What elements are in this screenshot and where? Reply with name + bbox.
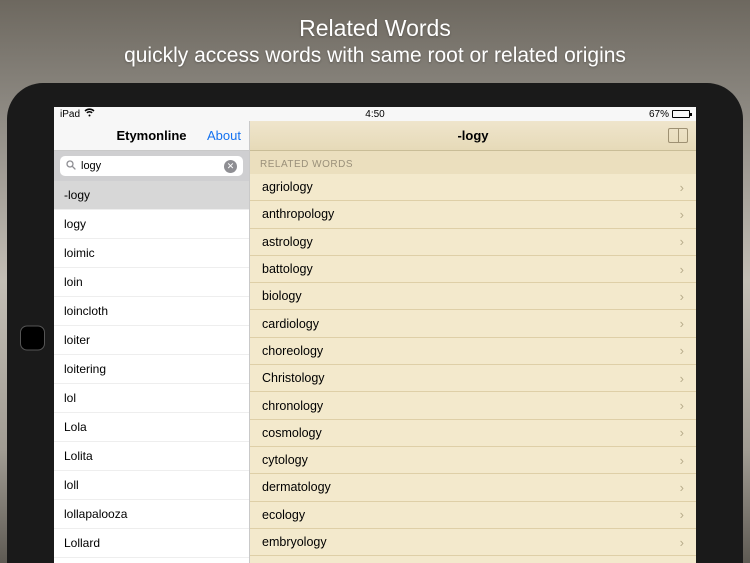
chevron-right-icon: › [680,453,684,468]
related-word-label: embryology [262,535,327,549]
list-item[interactable]: astrology › [250,229,696,256]
list-item[interactable]: choreology › [250,338,696,365]
detail-navbar: -logy [250,121,696,151]
search-query: logy [81,160,219,172]
list-item[interactable]: chronology › [250,392,696,419]
chevron-right-icon: › [680,480,684,495]
about-button[interactable]: About [207,128,241,143]
chevron-right-icon: › [680,343,684,358]
list-item[interactable]: ecology › [250,502,696,529]
chevron-right-icon: › [680,371,684,386]
sidebar-navbar: Etymonline About [54,121,249,151]
ipad-bezel: iPad 4:50 67% [7,83,743,563]
list-item[interactable]: loimic [54,239,249,268]
list-item[interactable]: loitering [54,355,249,384]
chevron-right-icon: › [680,180,684,195]
chevron-right-icon: › [680,207,684,222]
home-button[interactable] [20,326,45,351]
list-item[interactable]: loll [54,471,249,500]
list-item[interactable]: -logy [54,181,249,210]
chevron-right-icon: › [680,289,684,304]
list-item[interactable]: loiter [54,326,249,355]
list-item[interactable]: cytology › [250,447,696,474]
related-word-label: anthropology [262,207,334,221]
related-word-label: biology [262,289,302,303]
related-word-label: battology [262,262,313,276]
chevron-right-icon: › [680,234,684,249]
related-word-label: chronology [262,399,323,413]
list-item[interactable]: logy [54,210,249,239]
search-icon [66,160,76,173]
list-item[interactable]: embryology › [250,529,696,556]
related-section-header: RELATED WORDS [250,151,696,174]
sidebar: Etymonline About logy ✕ -logylogyloimicl… [54,121,250,563]
clear-search-icon[interactable]: ✕ [224,160,237,173]
chevron-right-icon: › [680,398,684,413]
word-list[interactable]: -logylogyloimicloinloinclothloiterloiter… [54,181,249,563]
related-word-label: Christology [262,371,325,385]
list-item[interactable]: Lollard [54,529,249,558]
list-item[interactable]: battology › [250,256,696,283]
list-item[interactable]: anthropology › [250,201,696,228]
related-word-label: agriology [262,180,313,194]
list-item[interactable]: dermatology › [250,474,696,501]
list-item[interactable]: lol [54,384,249,413]
chevron-right-icon: › [680,535,684,550]
related-word-label: choreology [262,344,323,358]
search-bar: logy ✕ [54,151,249,181]
list-item[interactable]: loincloth [54,297,249,326]
list-item[interactable]: agriology › [250,174,696,201]
list-item[interactable]: biology › [250,283,696,310]
list-item[interactable]: Lola [54,413,249,442]
detail-title: -logy [457,128,488,143]
list-item[interactable]: cardiology › [250,310,696,337]
status-time: 4:50 [365,109,384,120]
related-word-label: cosmology [262,426,322,440]
related-word-label: ecology [262,508,305,522]
list-item[interactable]: lollipop [54,558,249,563]
detail-pane: -logy RELATED WORDS agriology›anthropolo… [250,121,696,563]
list-item[interactable]: Christology › [250,365,696,392]
book-icon[interactable] [668,128,688,143]
promo-subtitle: quickly access words with same root or r… [0,43,750,69]
list-item[interactable]: loin [54,268,249,297]
related-word-label: astrology [262,235,313,249]
device-label: iPad [60,109,80,120]
status-bar: iPad 4:50 67% [54,107,696,121]
chevron-right-icon: › [680,507,684,522]
screen: iPad 4:50 67% [54,107,696,563]
related-word-label: dermatology [262,480,331,494]
search-input[interactable]: logy ✕ [60,156,243,176]
chevron-right-icon: › [680,316,684,331]
promo-text: Related Words quickly access words with … [0,0,750,69]
list-item[interactable]: entomology› [250,556,696,563]
list-item[interactable]: lollapalooza [54,500,249,529]
related-words-list[interactable]: agriology›anthropology›astrology›battolo… [250,174,696,563]
list-item[interactable]: Lolita [54,442,249,471]
chevron-right-icon: › [680,425,684,440]
promo-title: Related Words [0,14,750,43]
wifi-icon [84,108,95,120]
chevron-right-icon: › [680,262,684,277]
battery-icon [672,110,690,118]
battery-label: 67% [649,109,669,120]
related-word-label: cardiology [262,317,319,331]
sidebar-title: Etymonline [116,128,186,143]
related-word-label: cytology [262,453,308,467]
list-item[interactable]: cosmology › [250,420,696,447]
